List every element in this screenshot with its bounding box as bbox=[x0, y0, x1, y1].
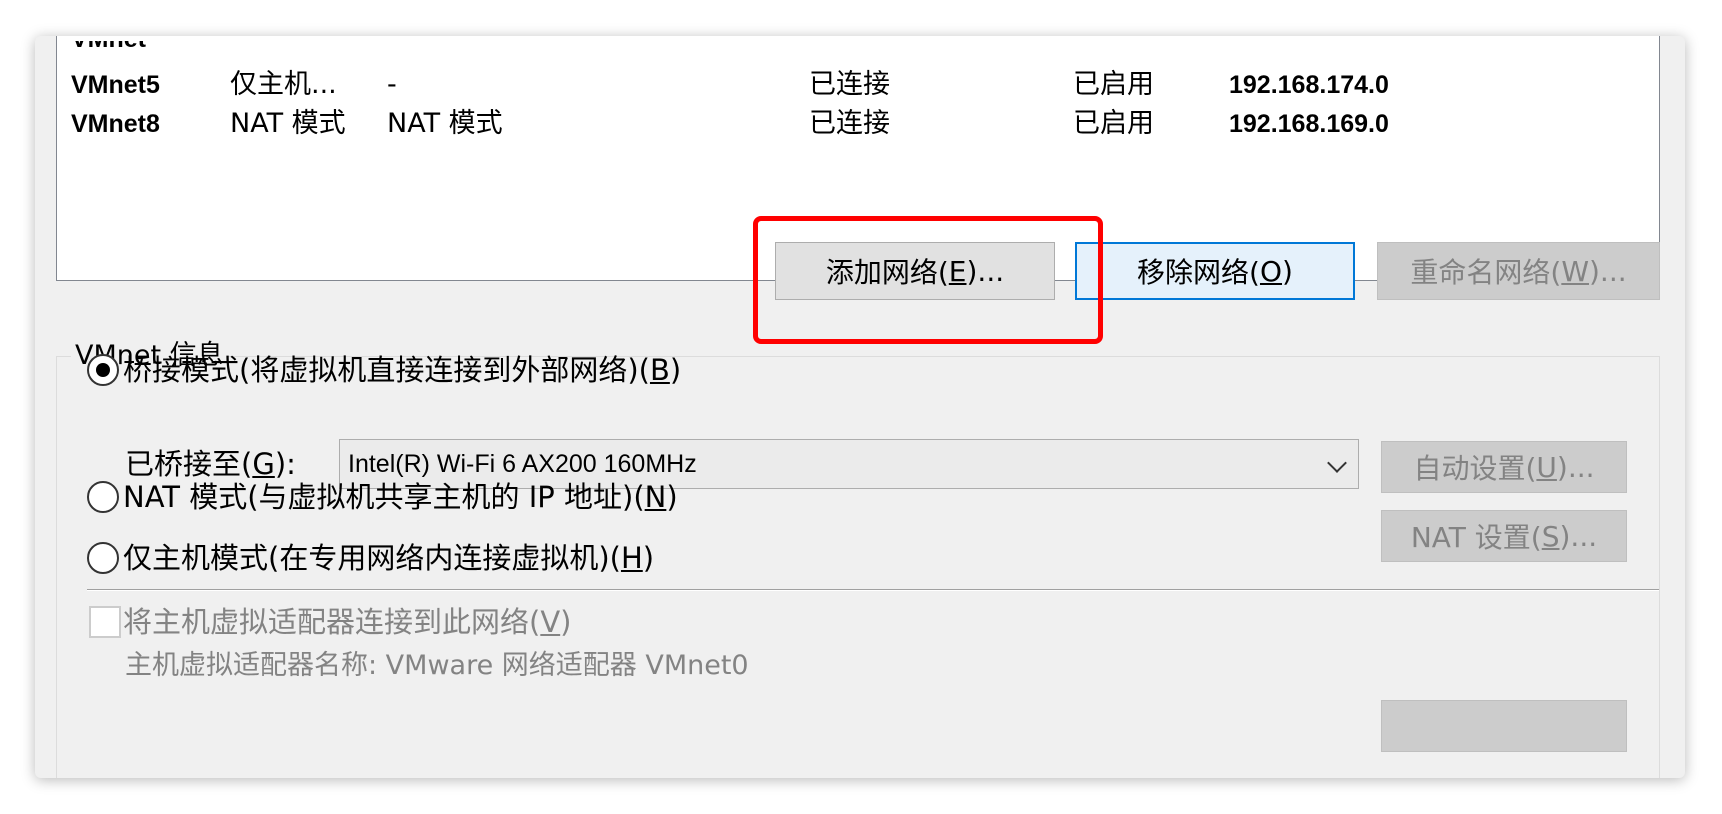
table-row[interactable]: VMnet8 NAT 模式 NAT 模式 已连接 已启用 192.168.169… bbox=[57, 104, 1659, 144]
nat-settings-button[interactable]: NAT 设置(S)... bbox=[1381, 510, 1627, 562]
highlight-annotation bbox=[753, 216, 1103, 344]
bridged-to-text: 已桥接至( bbox=[125, 447, 253, 481]
auto-settings-suffix: )... bbox=[1556, 450, 1595, 484]
table-cell-external: NAT 模式 bbox=[387, 108, 503, 139]
table-cell-subnet: 192.168.169.0 bbox=[1229, 110, 1389, 138]
table-cell-type: NAT 模式 bbox=[230, 108, 346, 139]
nat-mode-suffix: ) bbox=[666, 480, 678, 514]
table-cell-name: VMnet5 bbox=[71, 71, 160, 99]
rename-network-label: 重命名网络( bbox=[1410, 256, 1562, 289]
nat-mode-label[interactable]: NAT 模式(与虚拟机共享主机的 IP 地址)(N) bbox=[123, 477, 678, 517]
connect-adapter-suffix: ) bbox=[560, 605, 572, 639]
separator bbox=[87, 589, 1659, 591]
table-cell-type: 仅主机... bbox=[230, 69, 337, 100]
rename-network-button[interactable]: 重命名网络(W)... bbox=[1377, 242, 1660, 300]
host-only-radio[interactable] bbox=[87, 542, 119, 574]
connect-adapter-checkbox[interactable] bbox=[89, 606, 121, 638]
table-cell-subnet: 192.168.174.0 bbox=[1229, 71, 1389, 99]
host-only-label[interactable]: 仅主机模式(在专用网络内连接虚拟机)(H) bbox=[123, 538, 654, 578]
rename-network-accesskey: W bbox=[1561, 254, 1589, 288]
remove-network-suffix: ) bbox=[1282, 254, 1293, 288]
bridged-mode-radio[interactable] bbox=[87, 354, 119, 386]
nat-mode-radio[interactable] bbox=[87, 481, 119, 513]
host-only-text: 仅主机模式(在专用网络内连接虚拟机)( bbox=[123, 541, 621, 575]
nat-settings-label: NAT 设置( bbox=[1410, 521, 1542, 554]
auto-settings-accesskey: U bbox=[1536, 450, 1557, 484]
bridged-mode-text: 桥接模式(将虚拟机直接连接到外部网络)( bbox=[123, 353, 650, 387]
remove-network-label: 移除网络( bbox=[1137, 256, 1260, 289]
connect-adapter-text: 将主机虚拟适配器连接到此网络( bbox=[123, 605, 541, 639]
table-cell-dhcp: 已启用 bbox=[1073, 69, 1154, 100]
auto-settings-button[interactable]: 自动设置(U)... bbox=[1381, 441, 1627, 493]
nat-mode-accesskey: N bbox=[644, 480, 667, 514]
bridged-mode-label[interactable]: 桥接模式(将虚拟机直接连接到外部网络)(B) bbox=[123, 350, 681, 390]
table-cell-external: - bbox=[387, 69, 397, 100]
bridged-mode-suffix: ) bbox=[669, 353, 682, 387]
table-cell-dhcp: 已启用 bbox=[1073, 108, 1154, 139]
nat-mode-text: NAT 模式(与虚拟机共享主机的 IP 地址)( bbox=[123, 480, 645, 514]
table-cell-host: 已连接 bbox=[809, 69, 890, 100]
virtual-network-editor-window: VMnet VMnet5 仅主机... - 已连接 已启用 192.168.17… bbox=[35, 36, 1685, 778]
chevron-down-icon bbox=[1327, 453, 1347, 473]
connect-adapter-accesskey: V bbox=[540, 605, 561, 639]
table-row-partial[interactable]: VMnet bbox=[57, 36, 1659, 59]
bridged-to-suffix: ): bbox=[274, 447, 296, 481]
remove-network-accesskey: O bbox=[1259, 254, 1283, 288]
remove-network-button[interactable]: 移除网络(O) bbox=[1075, 242, 1355, 300]
connect-adapter-label[interactable]: 将主机虚拟适配器连接到此网络(V) bbox=[123, 602, 572, 642]
table-cell-name: VMnet8 bbox=[71, 110, 160, 138]
adapter-name-hint: 主机虚拟适配器名称: VMware 网络适配器 VMnet0 bbox=[125, 650, 749, 681]
nat-settings-suffix: )... bbox=[1559, 519, 1598, 553]
table-cell-host: 已连接 bbox=[809, 108, 890, 139]
auto-settings-label: 自动设置( bbox=[1413, 452, 1537, 485]
host-only-accesskey: H bbox=[620, 541, 643, 575]
rename-network-suffix: )... bbox=[1589, 254, 1627, 288]
partial-bottom-button[interactable] bbox=[1381, 700, 1627, 752]
bridged-to-accesskey: G bbox=[252, 447, 275, 481]
table-row[interactable]: VMnet5 仅主机... - 已连接 已启用 192.168.174.0 bbox=[57, 65, 1659, 105]
nat-settings-accesskey: S bbox=[1541, 519, 1560, 553]
bridged-mode-accesskey: B bbox=[649, 353, 670, 387]
radio-selected-dot bbox=[96, 363, 110, 377]
host-only-suffix: ) bbox=[642, 541, 655, 575]
table-cell-partial: VMnet bbox=[71, 36, 146, 53]
